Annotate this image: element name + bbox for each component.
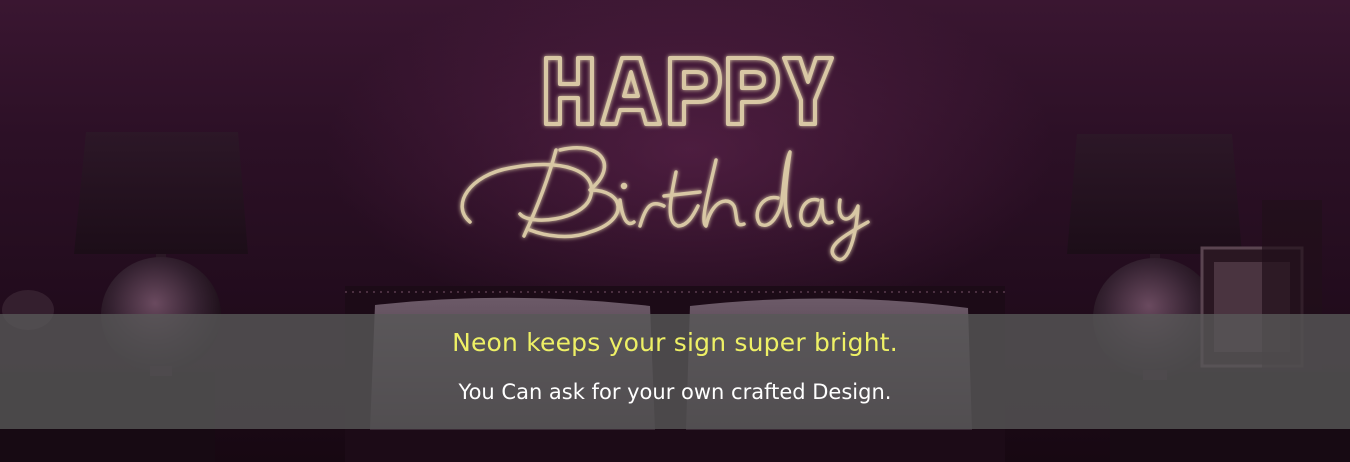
neon-word-happy bbox=[544, 56, 834, 126]
neon-word-birthday bbox=[460, 146, 870, 262]
hero-banner: Neon keeps your sign super bright. You C… bbox=[0, 0, 1350, 462]
neon-sign bbox=[460, 56, 870, 262]
banner-headline: Neon keeps your sign super bright. bbox=[452, 328, 898, 357]
banner-subline: You Can ask for your own crafted Design. bbox=[458, 380, 892, 404]
